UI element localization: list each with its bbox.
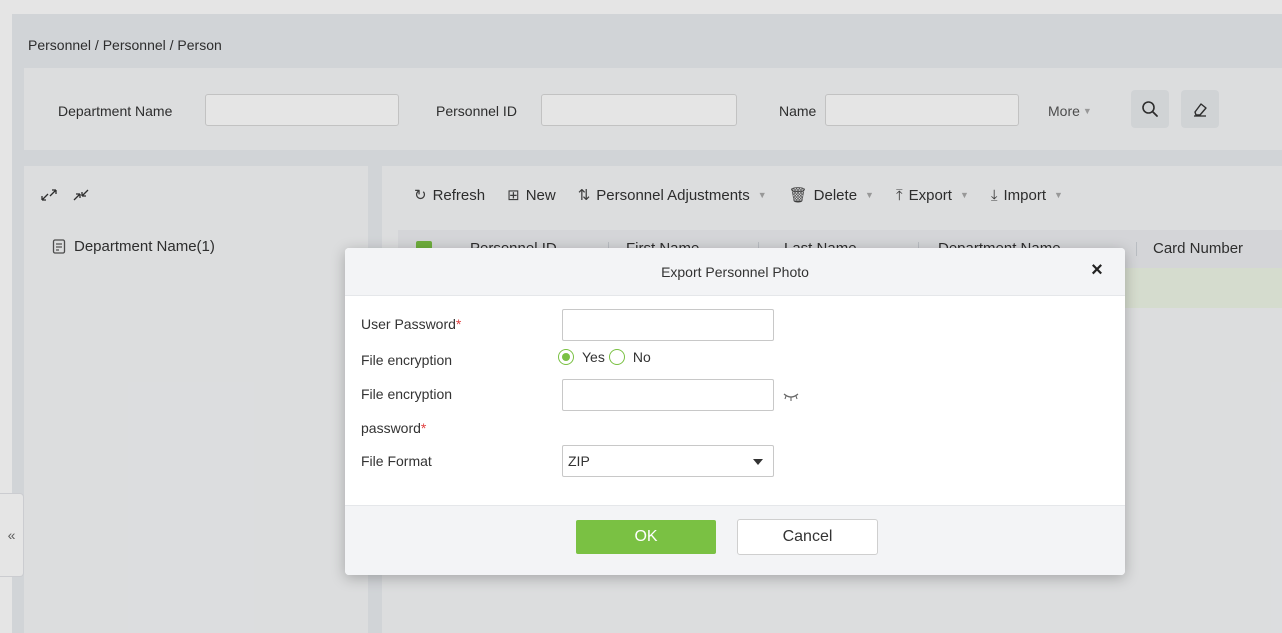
file-encryption-radio-group: Yes No: [558, 349, 655, 365]
file-format-select[interactable]: ZIP: [562, 445, 774, 477]
encryption-password-label-line1: File encryption: [361, 386, 453, 402]
ok-button[interactable]: OK: [576, 520, 716, 554]
file-format-label: File Format: [361, 453, 432, 469]
encryption-password-label-line2: password*: [361, 416, 452, 440]
file-format-value: ZIP: [568, 453, 590, 469]
user-password-text: User Password: [361, 316, 456, 332]
user-password-input[interactable]: [562, 309, 774, 341]
encryption-no-label: No: [632, 349, 651, 365]
cancel-button[interactable]: Cancel: [737, 519, 878, 555]
dialog-title: Export Personnel Photo: [661, 264, 809, 280]
encryption-password-text: password: [361, 420, 421, 436]
app-window: Personnel / Personnel / Person Departmen…: [0, 0, 1282, 633]
dialog-footer: [345, 505, 1125, 575]
eye-closed-icon[interactable]: [782, 390, 822, 404]
required-mark: *: [455, 316, 462, 332]
close-icon[interactable]: ×: [1087, 260, 1107, 280]
encryption-password-label: File encryption password*: [361, 382, 452, 440]
encryption-no-radio[interactable]: [608, 349, 625, 365]
required-mark: *: [420, 420, 427, 436]
user-password-label: User Password*: [361, 312, 461, 336]
chevron-down-icon: [753, 459, 763, 465]
encryption-password-input[interactable]: [562, 379, 774, 411]
encryption-yes-label: Yes: [582, 349, 605, 365]
file-encryption-label: File encryption: [361, 352, 453, 368]
export-photo-dialog: Export Personnel Photo × User Password* …: [345, 248, 1125, 575]
encryption-yes-radio[interactable]: [558, 349, 574, 365]
